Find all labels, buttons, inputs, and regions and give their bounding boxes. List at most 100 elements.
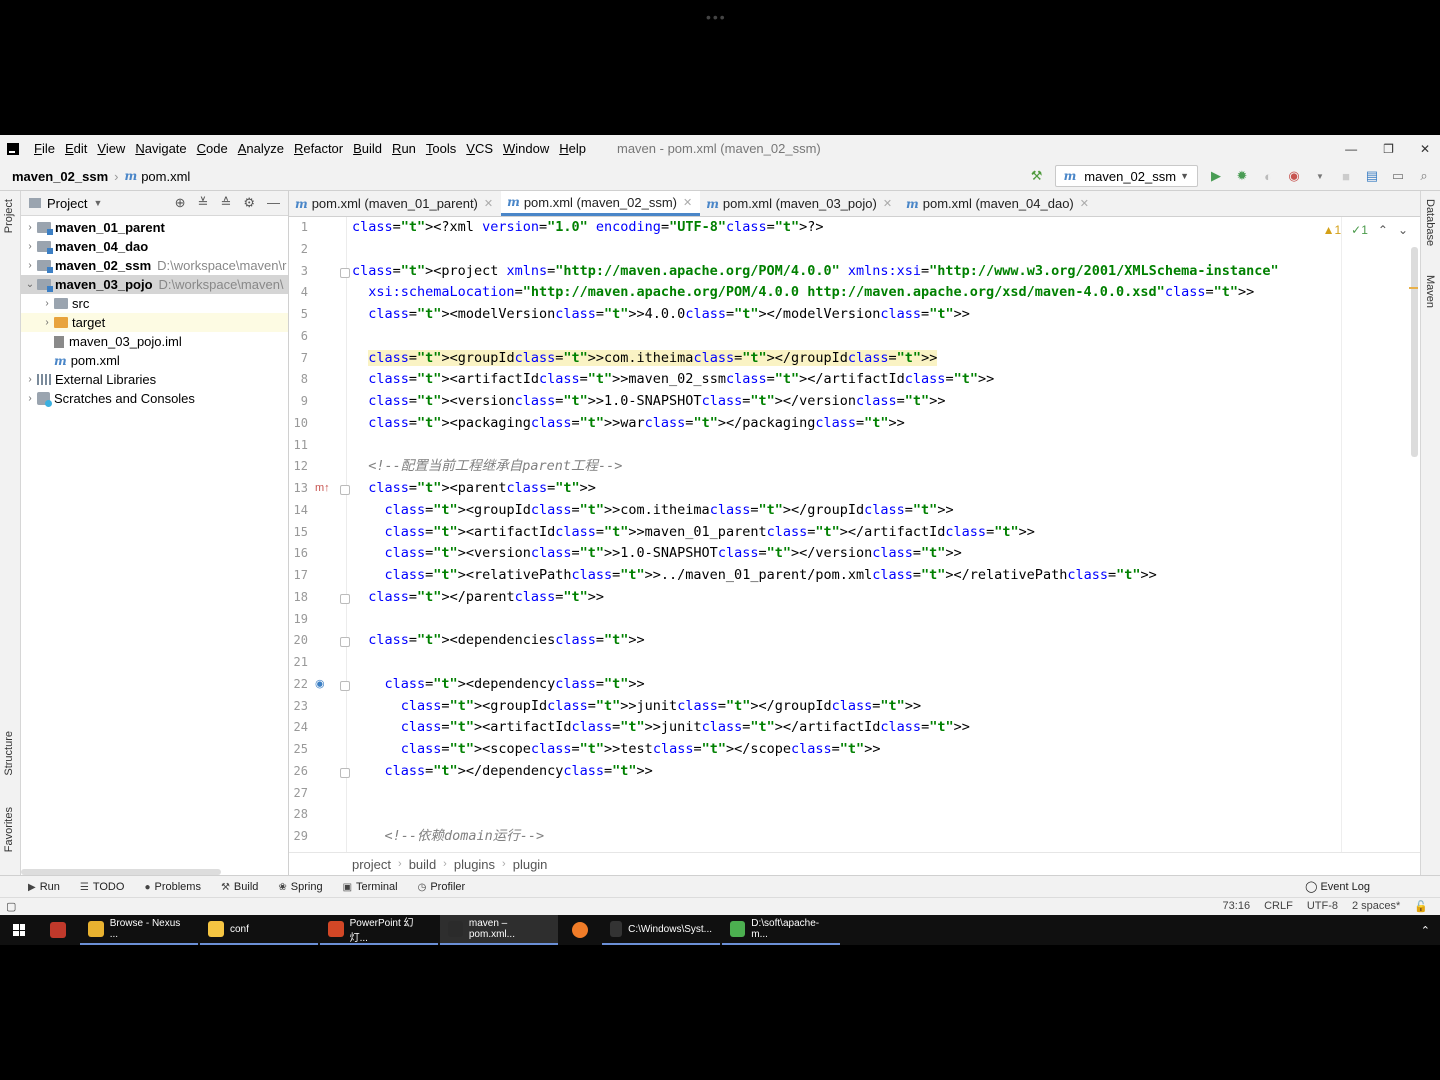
code-line[interactable]: class="t"><groupIdclass="t">>com.itheima…	[352, 500, 954, 521]
chevron-right-icon[interactable]: ›	[40, 298, 54, 309]
project-structure-icon[interactable]: ▤	[1364, 168, 1380, 184]
tree-item[interactable]: ⌄ maven_03_pojo D:\workspace\maven\	[21, 275, 288, 294]
code-line[interactable]: class="t"><modelVersionclass="t">>4.0.0c…	[352, 304, 970, 325]
chevron-down-icon[interactable]: ⌄	[1398, 223, 1408, 237]
tree-item[interactable]: m pom.xml	[21, 351, 288, 370]
menu-help[interactable]: Help	[554, 141, 591, 156]
tool-window-profiler[interactable]: ◷ Profiler	[418, 881, 466, 893]
menu-edit[interactable]: Edit	[60, 141, 92, 156]
warning-marker[interactable]	[1409, 287, 1418, 289]
close-icon[interactable]: ✕	[484, 197, 493, 210]
tool-window-spring[interactable]: ❀ Spring	[278, 881, 322, 893]
tree-item[interactable]: › maven_02_ssm D:\workspace\maven\r	[21, 256, 288, 275]
tree-item[interactable]: › target	[21, 313, 288, 332]
project-tool-tab[interactable]: Project	[3, 199, 15, 233]
code-line[interactable]: class="t"><?xml version="1.0" encoding="…	[352, 217, 824, 238]
indent-setting[interactable]: 2 spaces*	[1352, 900, 1400, 913]
code-line[interactable]: class="t"></dependencyclass="t">>	[352, 761, 653, 782]
code-line[interactable]: class="t"><artifactIdclass="t">>maven_01…	[352, 522, 1035, 543]
menu-analyze[interactable]: Analyze	[233, 141, 289, 156]
menu-vcs[interactable]: VCS	[461, 141, 498, 156]
expand-all-icon[interactable]: ≚	[198, 195, 209, 211]
code-line[interactable]: class="t"><dependencyclass="t">>	[352, 674, 645, 695]
tree-item[interactable]: › maven_04_dao	[21, 237, 288, 256]
code-line[interactable]: class="t"><packagingclass="t">>warclass=…	[352, 413, 905, 434]
code-line[interactable]: <!--配置当前工程继承自parent工程-->	[352, 456, 622, 477]
coverage-icon[interactable]: ◐	[1260, 168, 1276, 184]
taskbar-app[interactable]	[38, 915, 78, 945]
code-line[interactable]: class="t"><versionclass="t">>1.0-SNAPSHO…	[352, 543, 962, 564]
fold-marker[interactable]	[340, 267, 350, 278]
editor-tab[interactable]: m pom.xml (maven_03_pojo) ✕	[700, 191, 900, 216]
tool-window-todo[interactable]: ☰ TODO	[80, 881, 125, 893]
run-config-select[interactable]: m maven_02_ssm ▼	[1054, 165, 1198, 187]
warning-count[interactable]: ▲1	[1323, 223, 1342, 237]
breadcrumb-item[interactable]: plugin	[513, 857, 548, 872]
chevron-down-icon[interactable]: ▼	[1312, 168, 1328, 184]
inspection-widget[interactable]: ▲1 ✓1 ⌃ ⌄	[1323, 223, 1408, 237]
maven-tool-tab[interactable]: Maven	[1424, 275, 1436, 308]
tree-item[interactable]: › Scratches and Consoles	[21, 389, 288, 408]
search-icon[interactable]: ⌕	[1416, 168, 1432, 184]
scroll-thumb[interactable]	[1411, 247, 1418, 457]
chevron-down-icon[interactable]: ▼	[93, 198, 102, 208]
structure-tool-tab[interactable]: Structure	[3, 731, 15, 776]
tool-window-run[interactable]: ▶ Run	[28, 881, 60, 893]
code-line[interactable]: class="t"><dependenciesclass="t">>	[352, 630, 644, 651]
layout-icon[interactable]: ▭	[1390, 168, 1406, 184]
chevron-right-icon[interactable]: ›	[23, 222, 37, 233]
close-icon[interactable]: ✕	[883, 197, 892, 210]
code-line[interactable]: class="t"><relativePathclass="t">>../mav…	[352, 565, 1157, 586]
database-tool-tab[interactable]: Database	[1424, 199, 1436, 246]
code-line[interactable]: class="t"><versionclass="t">>1.0-SNAPSHO…	[352, 391, 945, 412]
vertical-scrollbar[interactable]	[1409, 217, 1420, 852]
override-parent-icon[interactable]: m↑	[315, 482, 330, 494]
fold-marker[interactable]	[340, 593, 350, 604]
taskbar-app[interactable]: D:\soft\apache-m...	[722, 915, 840, 945]
code-line[interactable]: class="t"><artifactIdclass="t">>maven_02…	[352, 369, 994, 390]
menu-build[interactable]: Build	[348, 141, 387, 156]
chevron-up-icon[interactable]: ⌃	[1421, 924, 1430, 937]
chevron-down-icon[interactable]: ⌄	[23, 279, 37, 290]
taskbar-app[interactable]: conf	[200, 915, 318, 945]
chevron-right-icon[interactable]: ›	[23, 260, 37, 271]
tool-window-build[interactable]: ⚒ Build	[221, 881, 258, 893]
code-line[interactable]: <!--依赖domain运行-->	[352, 826, 545, 847]
favorites-tool-tab[interactable]: Favorites	[3, 807, 15, 852]
close-button[interactable]: ✕	[1420, 142, 1430, 156]
fold-marker[interactable]	[340, 637, 350, 648]
file-encoding[interactable]: UTF-8	[1307, 900, 1338, 913]
chevron-right-icon[interactable]: ›	[23, 393, 37, 404]
start-button[interactable]	[0, 915, 38, 945]
taskbar-app[interactable]: PowerPoint 幻灯...	[320, 915, 438, 945]
chevron-right-icon[interactable]: ›	[40, 317, 54, 328]
debug-icon[interactable]: ✹	[1234, 168, 1250, 184]
close-icon[interactable]: ✕	[683, 196, 692, 209]
menu-run[interactable]: Run	[387, 141, 421, 156]
build-hammer-icon[interactable]: ⚒	[1029, 168, 1045, 184]
tool-window-terminal[interactable]: ▣ Terminal	[343, 881, 398, 893]
dependency-icon[interactable]: ◉	[315, 677, 325, 690]
taskbar-app[interactable]: C:\Windows\Syst...	[602, 915, 720, 945]
code-line[interactable]: class="t"><groupIdclass="t">>junitclass=…	[352, 696, 921, 717]
nav-file[interactable]: pom.xml	[141, 169, 190, 184]
breadcrumb-item[interactable]: project	[352, 857, 391, 872]
gear-icon[interactable]: ⚙	[243, 195, 255, 211]
menu-refactor[interactable]: Refactor	[289, 141, 348, 156]
code-line[interactable]: class="t"><scopeclass="t">>testclass="t"…	[352, 739, 881, 760]
code-line[interactable]: class="t"><groupIdclass="t">>com.itheima…	[352, 348, 938, 369]
locate-icon[interactable]: ⊕	[175, 195, 186, 211]
menu-navigate[interactable]: Navigate	[130, 141, 191, 156]
breadcrumb-item[interactable]: plugins	[454, 857, 495, 872]
code-line[interactable]: xsi:schemaLocation="http://maven.apache.…	[352, 282, 1254, 303]
caret-position[interactable]: 73:16	[1223, 900, 1251, 913]
restore-button[interactable]: ❐	[1383, 142, 1394, 156]
tree-item[interactable]: › src	[21, 294, 288, 313]
menu-view[interactable]: View	[92, 141, 130, 156]
collapse-all-icon[interactable]: ≙	[220, 195, 231, 211]
menu-code[interactable]: Code	[192, 141, 233, 156]
menu-window[interactable]: Window	[498, 141, 554, 156]
fold-marker[interactable]	[340, 680, 350, 691]
code-line[interactable]: class="t"></parentclass="t">>	[352, 587, 604, 608]
fold-marker[interactable]	[340, 485, 350, 495]
